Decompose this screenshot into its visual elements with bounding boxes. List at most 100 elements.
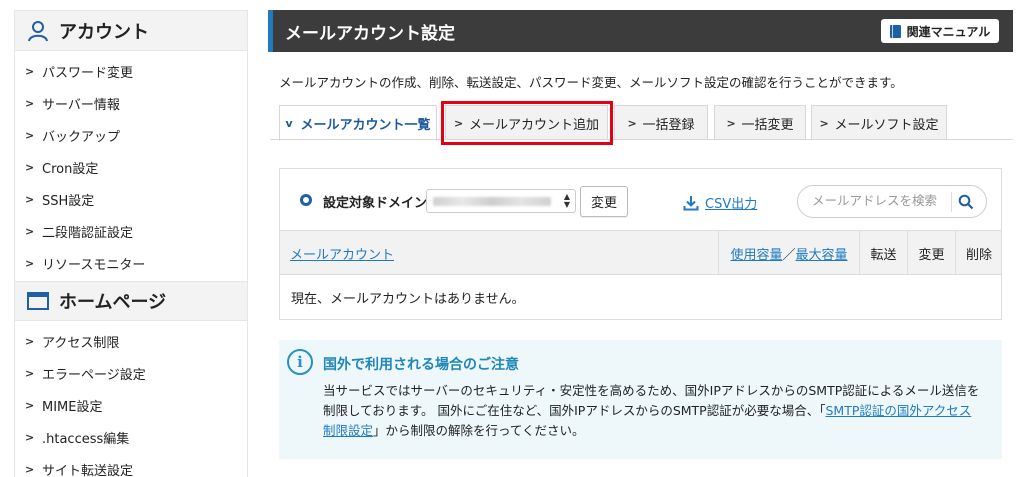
sidebar-item-error-page[interactable]: > エラーページ設定: [15, 357, 247, 389]
manual-button[interactable]: 関連マニュアル: [881, 19, 999, 43]
tab-bar: v メールアカウント一覧 > メールアカウント追加 > 一括登録 > 一括変更 …: [279, 105, 1001, 141]
chevron-right-icon: >: [25, 398, 35, 412]
csv-export-label: CSV出力: [705, 197, 758, 212]
sidebar-item-access-control[interactable]: > アクセス制限: [15, 325, 247, 357]
notice-title: 国外で利用される場合のご注意: [323, 357, 519, 373]
page-description: メールアカウントの作成、削除、転送設定、パスワード変更、メールソフト設定の確認を…: [279, 75, 903, 90]
tab-label: メールアカウント一覧: [300, 118, 431, 133]
sidebar-item-label: パスワード変更: [42, 65, 134, 81]
search-divider: [951, 192, 952, 212]
window-icon: [27, 292, 49, 310]
sidebar-item-label: .htaccess編集: [42, 431, 130, 447]
sidebar-item-server-info[interactable]: > サーバー情報: [15, 87, 247, 119]
chevron-right-icon: >: [453, 116, 464, 130]
select-arrows-icon: ▲ ▼: [563, 192, 570, 209]
domain-select[interactable]: ▲ ▼: [426, 189, 576, 213]
domain-change-button[interactable]: 変更: [580, 186, 628, 217]
domain-value-blurred: [433, 197, 551, 206]
notice-body: 当サービスではサーバーのセキュリティ・安定性を高めるため、国外IPアドレスからの…: [323, 381, 983, 441]
sidebar-item-label: サイト転送設定: [42, 463, 134, 477]
notice-line1: 当サービスではサーバーのセキュリティ・安定性を高めるため、国外IPアドレスからの…: [323, 383, 980, 398]
sidebar-item-cron[interactable]: > Cron設定: [15, 151, 247, 183]
page-title: メールアカウント設定: [285, 23, 455, 44]
tab-label: メールアカウント追加: [468, 117, 599, 133]
tab-label: メールソフト設定: [834, 117, 939, 133]
th-account: メールアカウント: [290, 231, 394, 275]
download-icon: [683, 195, 699, 210]
sidebar-item-2fa[interactable]: > 二段階認証設定: [15, 215, 247, 247]
domain-label: 設定対象ドメイン: [323, 196, 428, 211]
chevron-right-icon: >: [25, 128, 35, 142]
notice-line2-suffix: 」から制限の解除を行ってください。: [373, 423, 585, 438]
sidebar-item-ssh[interactable]: > SSH設定: [15, 183, 247, 215]
sidebar-section-homepage: ホームページ: [15, 281, 247, 321]
sidebar-item-label: バックアップ: [42, 129, 121, 145]
sidebar-item-password[interactable]: > パスワード変更: [15, 55, 247, 87]
sidebar-item-label: SSH設定: [42, 193, 95, 209]
notice-box: i 国外で利用される場合のご注意 当サービスではサーバーのセキュリティ・安定性を…: [279, 340, 1002, 459]
chevron-right-icon: >: [726, 116, 736, 130]
sidebar-section-account: アカウント: [15, 11, 247, 51]
info-icon: i: [287, 349, 313, 375]
chevron-right-icon: >: [25, 160, 35, 174]
sidebar-item-htaccess[interactable]: > .htaccess編集: [15, 421, 247, 453]
sidebar-item-backup[interactable]: > バックアップ: [15, 119, 247, 151]
th-change: 変更: [907, 231, 955, 275]
account-panel: 設定対象ドメイン ▲▼ 変更 CSV出力 メールアカウント 使用容量: [279, 168, 1002, 320]
user-icon: [28, 20, 48, 41]
tab-label: 一括変更: [741, 117, 794, 133]
sidebar-item-resource-monitor[interactable]: > リソースモニター: [15, 247, 247, 279]
sort-used-link[interactable]: 使用容量: [730, 244, 782, 263]
chevron-right-icon: >: [25, 96, 35, 110]
chevron-right-icon: >: [627, 116, 637, 130]
sidebar-item-label: アクセス制限: [42, 335, 120, 351]
search-input[interactable]: [812, 193, 947, 208]
panel-toolbar: 設定対象ドメイン ▲ ▼ 変更 CSV出力: [280, 169, 1001, 231]
tab-mail-software[interactable]: > メールソフト設定: [811, 105, 947, 140]
chevron-right-icon: >: [25, 334, 35, 348]
domain-radio[interactable]: [300, 194, 312, 206]
sidebar-item-site-redirect[interactable]: > サイト転送設定: [15, 453, 247, 477]
chevron-down-icon: v: [285, 117, 293, 130]
sidebar-item-label: サーバー情報: [42, 97, 120, 113]
sidebar-section-title: アカウント: [59, 21, 149, 43]
sidebar-item-label: Cron設定: [42, 161, 99, 177]
empty-message: 現在、メールアカウントはありません。: [291, 291, 525, 307]
sort-account-link[interactable]: メールアカウント: [290, 244, 394, 263]
chevron-right-icon: >: [25, 462, 35, 476]
sidebar-item-label: エラーページ設定: [42, 367, 146, 383]
th-delete: 削除: [955, 231, 1002, 275]
sidebar-account-list: > パスワード変更 > サーバー情報 > バックアップ > Cron設定 > SSH設定 …: [15, 51, 247, 279]
chevron-right-icon: >: [25, 224, 35, 238]
sidebar: アカウント > パスワード変更 > サーバー情報 > バックアップ > Cron設定 >…: [14, 10, 248, 477]
tab-add-account[interactable]: > メールアカウント追加: [445, 105, 608, 140]
chevron-right-icon: >: [25, 430, 35, 444]
sidebar-item-mime[interactable]: > MIME設定: [15, 389, 247, 421]
csv-export-link[interactable]: CSV出力: [683, 193, 757, 212]
table-header: メールアカウント 使用容量 ／ 最大容量 転送 変更 削除: [280, 231, 1001, 275]
tab-bulk-change[interactable]: > 一括変更: [714, 105, 806, 140]
book-icon: [889, 24, 901, 38]
manual-button-label: 関連マニュアル: [906, 24, 991, 39]
capacity-separator: ／: [782, 247, 796, 263]
page-header: メールアカウント設定 関連マニュアル: [268, 10, 1013, 52]
chevron-right-icon: >: [25, 192, 35, 206]
th-forward: 転送: [859, 231, 907, 275]
sidebar-section-title: ホームページ: [59, 292, 167, 313]
chevron-right-icon: >: [819, 116, 829, 130]
tab-account-list[interactable]: v メールアカウント一覧: [279, 105, 437, 141]
search-icon[interactable]: [958, 194, 974, 210]
sort-max-link[interactable]: 最大容量: [796, 244, 848, 263]
chevron-right-icon: >: [25, 366, 35, 380]
sidebar-item-label: 二段階認証設定: [42, 225, 134, 241]
chevron-right-icon: >: [25, 256, 35, 270]
th-capacity: 使用容量 ／ 最大容量: [718, 231, 859, 275]
sidebar-item-label: MIME設定: [42, 399, 103, 415]
tab-divider: [270, 139, 1013, 140]
tab-label: 一括登録: [642, 117, 695, 133]
tab-bulk-register[interactable]: > 一括登録: [614, 105, 708, 140]
sidebar-item-label: リソースモニター: [42, 257, 146, 273]
search-box: [797, 185, 987, 218]
sidebar-homepage-list: > アクセス制限 > エラーページ設定 > MIME設定 > .htaccess編集 >…: [15, 321, 247, 477]
chevron-right-icon: >: [25, 64, 35, 78]
